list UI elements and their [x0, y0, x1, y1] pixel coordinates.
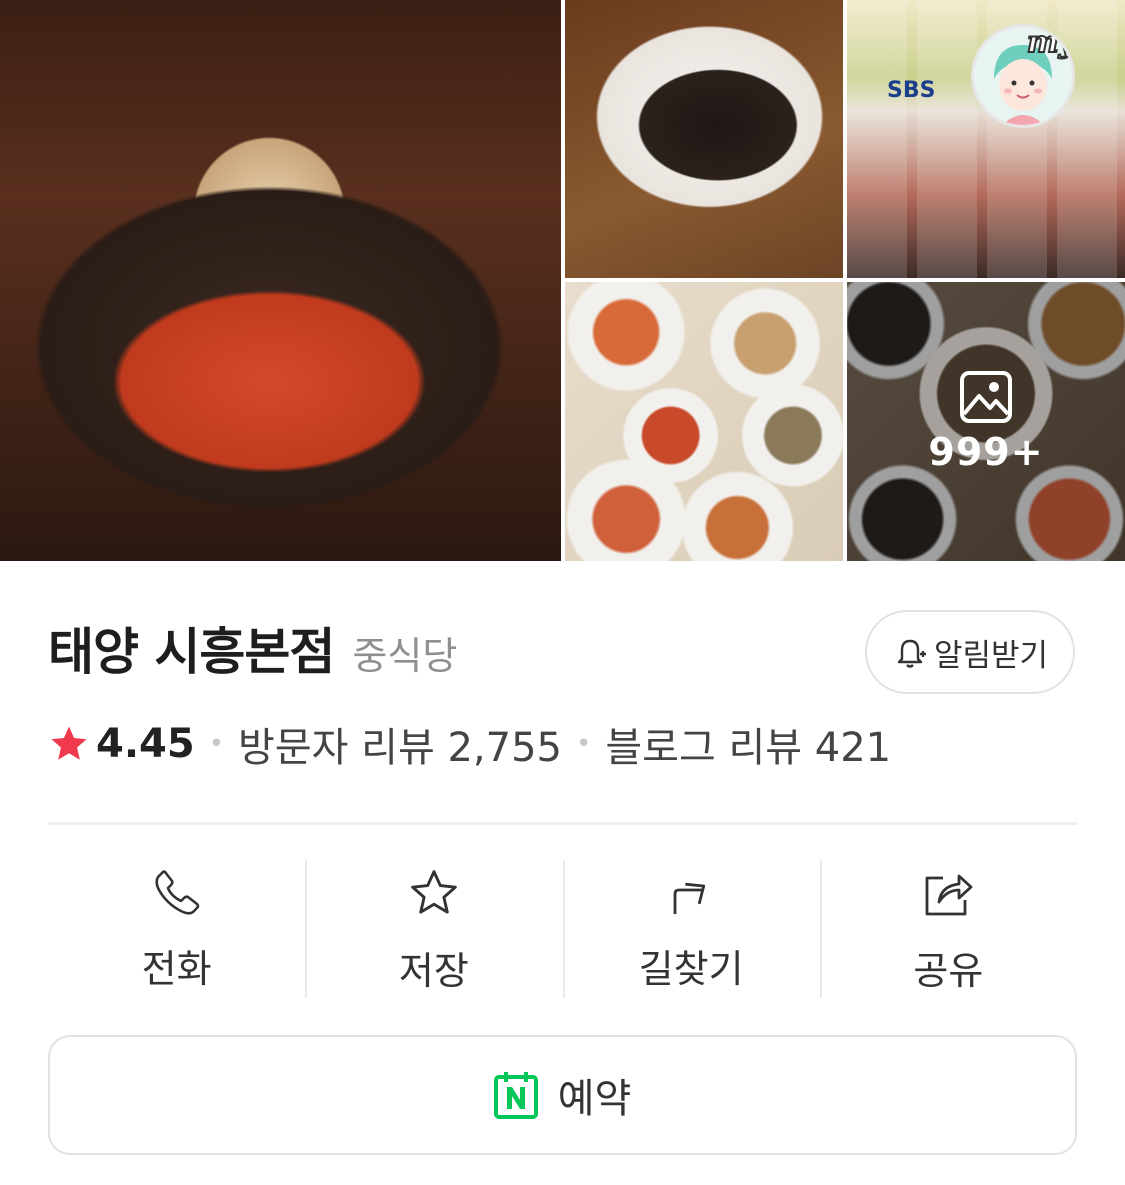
share-label: 공유 — [913, 949, 984, 993]
more-photos-count: 999+ — [928, 429, 1044, 474]
save-label: 저장 — [398, 949, 469, 993]
directions-arrow-icon — [673, 882, 706, 914]
blog-reviews-link[interactable]: 블로그 리뷰 421 — [605, 715, 891, 773]
photo-more[interactable]: 999+ — [847, 282, 1125, 561]
reserve-button-label: 예약 — [557, 1077, 632, 1121]
naver-calendar-icon — [493, 1072, 538, 1119]
separator-dot: • — [576, 729, 592, 759]
reserve-button[interactable]: 예약 — [48, 1035, 1077, 1155]
photo-dishes-spread[interactable] — [565, 282, 843, 561]
rating-value: 4.45 — [96, 721, 195, 767]
place-name: 태양 시흥본점 — [48, 623, 335, 681]
image-icon — [960, 370, 1012, 423]
photo-gallery: SBS 999+ my — [0, 0, 1125, 561]
my-badge-label: my — [1026, 25, 1075, 61]
save-button[interactable]: 저장 — [305, 860, 562, 1000]
star-outline-icon — [411, 870, 457, 914]
directions-label: 길찾기 — [638, 947, 744, 991]
section-divider — [48, 822, 1077, 825]
more-photos-overlay[interactable]: 999+ — [847, 282, 1125, 561]
share-button[interactable]: 공유 — [819, 860, 1077, 1000]
poster-sbs-label: SBS — [887, 78, 936, 103]
rating-review-row: 4.45 • 방문자 리뷰 2,755 • 블로그 리뷰 421 — [48, 715, 891, 773]
bell-plus-icon — [897, 639, 926, 668]
star-filled-icon — [51, 726, 87, 760]
phone-icon — [155, 870, 199, 915]
call-button[interactable]: 전화 — [48, 860, 305, 1000]
my-avatar-badge[interactable]: my — [971, 24, 1075, 128]
share-icon — [925, 874, 973, 916]
photo-jjajangmyeon[interactable] — [565, 0, 843, 278]
call-label: 전화 — [141, 947, 212, 991]
place-header: 태양 시흥본점 중식당 — [48, 612, 457, 692]
action-bar: 전화 저장 길찾기 공유 — [48, 860, 1077, 1000]
notify-button-label: 알림받기 — [933, 637, 1049, 673]
directions-button[interactable]: 길찾기 — [562, 860, 820, 1000]
separator-dot: • — [208, 729, 225, 759]
main-photo-jjamppong[interactable] — [0, 0, 561, 561]
notify-button[interactable]: 알림받기 — [865, 610, 1075, 694]
place-category: 중식당 — [352, 634, 458, 678]
visitor-reviews-link[interactable]: 방문자 리뷰 2,755 — [238, 715, 562, 773]
